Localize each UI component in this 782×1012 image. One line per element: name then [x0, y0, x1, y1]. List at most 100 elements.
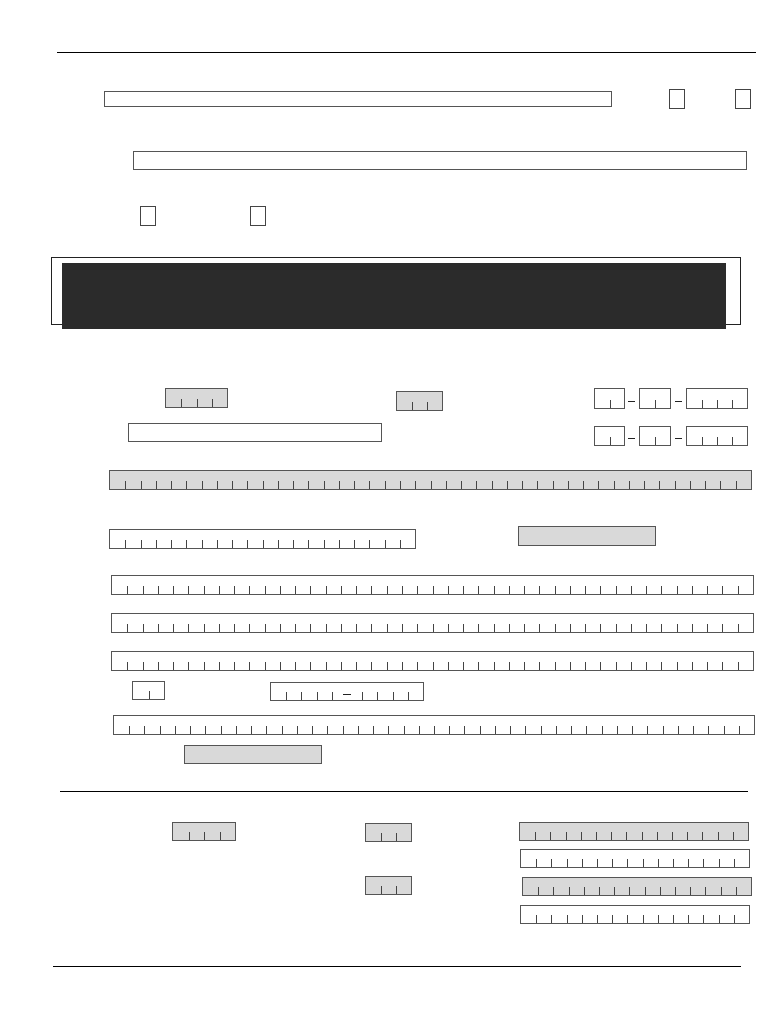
date-2-day[interactable] [639, 426, 671, 446]
bottom-field-1[interactable] [519, 822, 749, 841]
comb-tick [249, 586, 251, 594]
comb-tick [186, 540, 188, 548]
comb-tick [642, 915, 644, 923]
shaded-short-field[interactable] [518, 526, 656, 546]
bottom-code-field-a[interactable] [172, 822, 236, 841]
long-shaded-field[interactable] [109, 470, 752, 490]
checkbox-option-1[interactable] [140, 206, 156, 226]
line-field-1[interactable] [111, 575, 754, 595]
comb-tick [550, 832, 552, 840]
comb-tick [708, 726, 710, 734]
comb-tick [693, 726, 695, 734]
comb-tick [657, 915, 659, 923]
comb-tick [417, 624, 419, 632]
comb-tick [218, 662, 220, 670]
comb-tick [357, 726, 359, 734]
top-name-field[interactable] [104, 91, 612, 107]
comb-tick [432, 586, 434, 594]
comb-tick [447, 662, 449, 670]
comb-ticks [112, 585, 753, 594]
comb-tick [316, 692, 318, 700]
comb-tick [661, 624, 663, 632]
line-field-4[interactable] [113, 715, 755, 735]
checkbox-top-1[interactable] [669, 89, 685, 109]
comb-ticks [366, 832, 411, 841]
comb-ticks [640, 436, 670, 445]
date-2-year[interactable] [686, 426, 748, 446]
comb-tick [232, 540, 233, 548]
line-field-3[interactable] [111, 651, 754, 671]
comb-ticks [687, 399, 747, 408]
date-1-separator-1 [628, 401, 635, 402]
comb-tick [672, 915, 674, 923]
bottom-code-field-b[interactable] [365, 823, 412, 842]
comb-tick [735, 481, 737, 489]
bottom-field-3[interactable] [522, 877, 752, 896]
comb-tick [220, 726, 222, 734]
comb-tick [737, 662, 739, 670]
comb-tick [508, 662, 510, 670]
comb-tick [173, 624, 175, 632]
comb-tick [596, 859, 598, 867]
comb-tick [703, 915, 705, 923]
comb-tick [478, 586, 480, 594]
date-2-month[interactable] [594, 426, 625, 446]
comb-tick [629, 887, 631, 895]
medium-field[interactable] [109, 529, 416, 549]
date-1-year[interactable] [686, 388, 748, 409]
comb-tick [717, 437, 718, 445]
comb-tick [279, 662, 281, 670]
open-line-field[interactable] [128, 423, 382, 442]
comb-tick [144, 726, 146, 734]
comb-tick [717, 400, 718, 408]
date-1-month[interactable] [594, 388, 625, 409]
comb-tick [447, 624, 449, 632]
code-field-a[interactable] [165, 388, 228, 408]
comb-tick [386, 624, 388, 632]
comb-tick [396, 886, 397, 894]
comb-tick [249, 624, 251, 632]
comb-tick [407, 692, 409, 700]
small-box-field[interactable] [132, 681, 165, 700]
comb-tick [551, 915, 553, 923]
comb-tick [491, 481, 493, 489]
comb-tick [281, 726, 283, 734]
comb-tick [537, 481, 539, 489]
split-dash [343, 694, 351, 695]
comb-tick [171, 540, 172, 548]
comb-tick [401, 624, 403, 632]
comb-tick [356, 624, 358, 632]
bottom-field-2[interactable] [520, 849, 750, 868]
comb-tick [569, 662, 571, 670]
split-field[interactable] [270, 682, 424, 701]
bottom-field-4[interactable] [520, 905, 750, 924]
comb-tick [718, 859, 720, 867]
second-line-field[interactable] [133, 151, 747, 170]
comb-tick [676, 624, 678, 632]
comb-tick [312, 726, 314, 734]
comb-tick [585, 586, 587, 594]
comb-tick [140, 481, 142, 489]
comb-tick [129, 726, 131, 734]
comb-tick [646, 662, 648, 670]
comb-tick [264, 624, 266, 632]
comb-tick [362, 692, 364, 700]
comb-tick [449, 726, 451, 734]
checkbox-option-2[interactable] [250, 206, 266, 226]
comb-tick [171, 481, 173, 489]
comb-tick [264, 586, 266, 594]
comb-tick [399, 481, 401, 489]
comb-tick [722, 662, 724, 670]
bottom-code-field-c[interactable] [365, 876, 412, 895]
comb-tick [384, 540, 386, 548]
checkbox-top-2[interactable] [735, 89, 751, 109]
code-field-b[interactable] [396, 391, 443, 411]
comb-tick [627, 915, 629, 923]
comb-tick [732, 400, 733, 408]
comb-tick [264, 662, 266, 670]
comb-tick [157, 662, 159, 670]
shaded-bottom-field[interactable] [184, 745, 322, 764]
line-field-2[interactable] [111, 613, 754, 633]
date-1-day[interactable] [639, 388, 671, 409]
comb-tick [581, 859, 583, 867]
